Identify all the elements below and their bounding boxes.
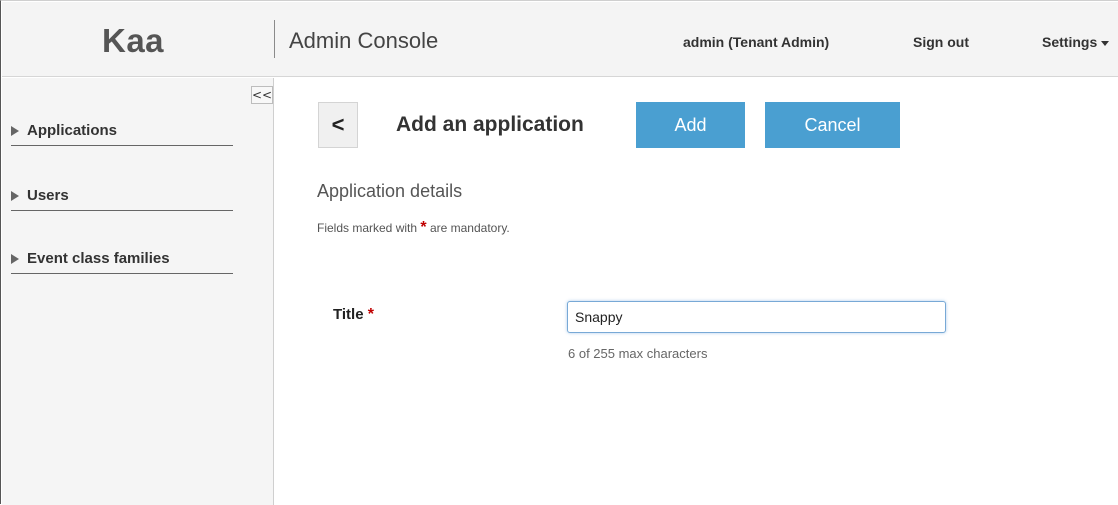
sidebar-item-users[interactable]: Users bbox=[11, 181, 233, 211]
triangle-right-icon bbox=[11, 253, 19, 264]
required-star: * bbox=[420, 219, 427, 236]
settings-menu[interactable]: Settings bbox=[1042, 34, 1110, 50]
character-counter: 6 of 255 max characters bbox=[568, 346, 708, 361]
app-frame: Kaa Admin Console admin (Tenant Admin) S… bbox=[0, 0, 1118, 505]
section-title: Application details bbox=[317, 181, 463, 201]
console-title: Admin Console bbox=[289, 28, 439, 53]
add-button[interactable]: Add bbox=[636, 102, 745, 148]
triangle-right-icon bbox=[11, 125, 19, 136]
sidebar-item-event-class-families[interactable]: Event class families bbox=[11, 244, 233, 274]
chevron-down-icon bbox=[1101, 40, 1110, 46]
required-star: * bbox=[367, 306, 374, 323]
mandatory-prefix: Fields marked with bbox=[317, 221, 418, 235]
sign-out-link[interactable]: Sign out bbox=[913, 34, 969, 50]
sidebar-item-label: Applications bbox=[27, 122, 118, 139]
title-label-text: Title bbox=[333, 306, 364, 323]
user-menu-link[interactable]: admin (Tenant Admin) bbox=[683, 34, 829, 50]
title-input[interactable] bbox=[567, 301, 946, 333]
triangle-right-icon bbox=[11, 190, 19, 201]
collapse-sidebar-button[interactable]: << bbox=[251, 86, 273, 104]
header-divider bbox=[274, 20, 275, 58]
sidebar-item-applications[interactable]: Applications bbox=[11, 116, 233, 146]
mandatory-note: Fields marked with * are mandatory. bbox=[317, 219, 510, 237]
back-button[interactable]: < bbox=[318, 102, 358, 148]
sidebar-item-label: Users bbox=[27, 187, 69, 204]
sidebar-item-label: Event class families bbox=[27, 250, 170, 267]
title-field-label: Title * bbox=[333, 306, 374, 324]
kaa-logo[interactable]: Kaa bbox=[102, 22, 164, 60]
mandatory-suffix: are mandatory. bbox=[429, 221, 510, 235]
top-header: Kaa Admin Console admin (Tenant Admin) S… bbox=[2, 2, 1118, 77]
page-title: Add an application bbox=[396, 113, 584, 136]
settings-label: Settings bbox=[1042, 34, 1098, 50]
sidebar: << Applications Users Event class famili… bbox=[2, 78, 274, 505]
cancel-button[interactable]: Cancel bbox=[765, 102, 900, 148]
